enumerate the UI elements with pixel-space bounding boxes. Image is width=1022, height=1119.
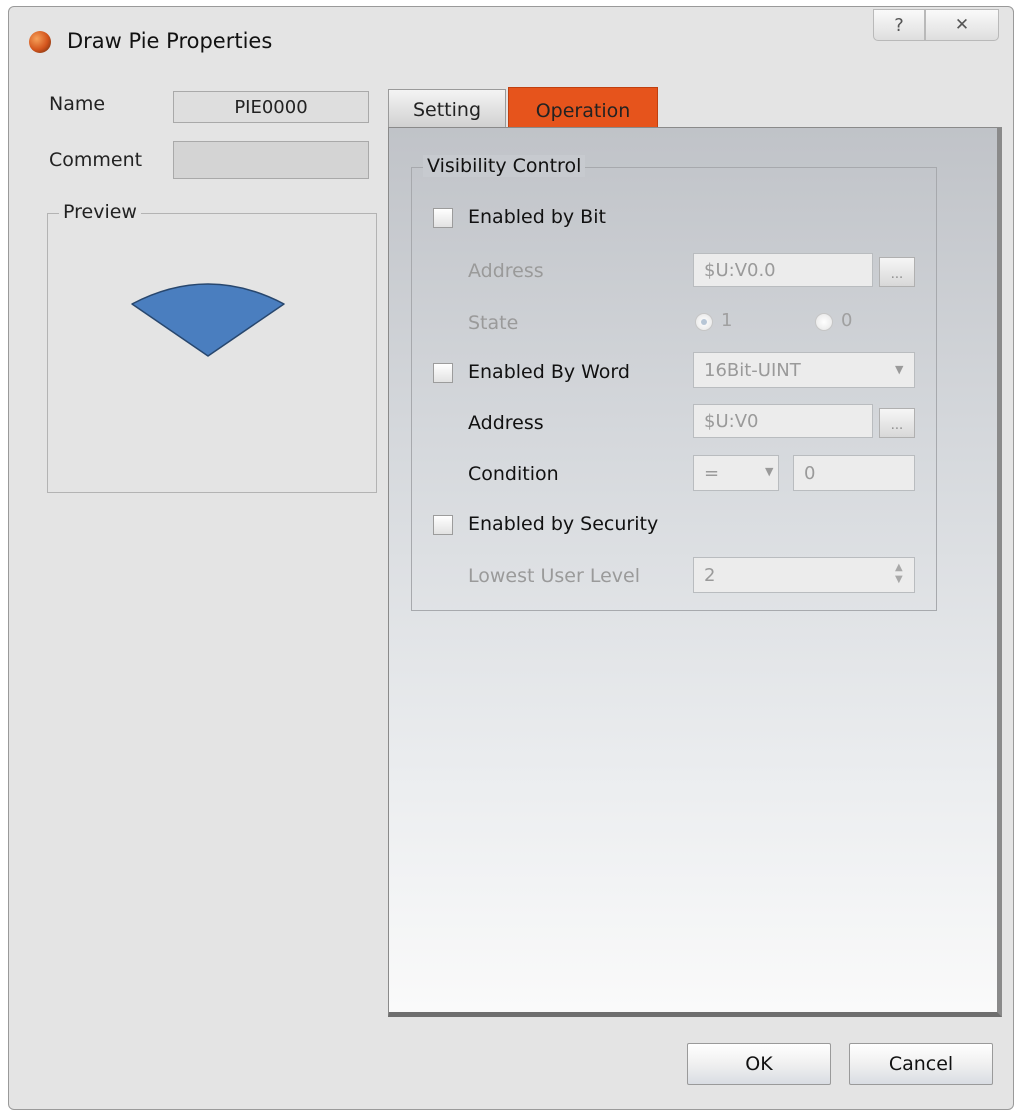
- preview-label: Preview: [59, 201, 141, 223]
- close-button[interactable]: ✕: [925, 9, 999, 41]
- ellipsis-icon: ...: [890, 267, 904, 282]
- spin-up-icon[interactable]: ▲: [895, 563, 903, 573]
- comment-label: Comment: [49, 149, 143, 171]
- help-icon: ?: [894, 14, 904, 36]
- preview-box: [47, 213, 377, 493]
- bit-address-browse-button[interactable]: ...: [879, 257, 915, 287]
- lowest-user-level-spinbox[interactable]: 2: [693, 557, 915, 593]
- lowest-user-level-label: Lowest User Level: [468, 565, 640, 587]
- word-address-input[interactable]: $U:V0: [693, 404, 873, 438]
- visibility-control-label: Visibility Control: [423, 155, 586, 177]
- state-label: State: [468, 312, 519, 334]
- spin-down-icon[interactable]: ▼: [895, 575, 903, 585]
- tab-setting-label: Setting: [412, 98, 482, 121]
- bit-address-input[interactable]: $U:V0.0: [693, 253, 873, 287]
- comment-field[interactable]: [173, 141, 369, 179]
- enabled-by-word-checkbox[interactable]: [433, 363, 453, 383]
- dialog-title: Draw Pie Properties: [67, 29, 273, 53]
- chevron-down-icon: ▼: [895, 363, 904, 376]
- cancel-button-label: Cancel: [888, 1053, 954, 1075]
- word-address-value: $U:V0: [704, 410, 759, 432]
- name-label: Name: [49, 93, 106, 115]
- condition-value: 0: [804, 462, 816, 484]
- ok-button[interactable]: OK: [687, 1043, 831, 1085]
- state-radio-1[interactable]: [695, 313, 713, 331]
- name-value: PIE0000: [234, 96, 308, 118]
- help-button[interactable]: ?: [873, 9, 925, 41]
- state-radio-0-label: 0: [841, 310, 853, 331]
- bit-address-label: Address: [468, 260, 544, 282]
- tab-operation-label: Operation: [535, 99, 631, 122]
- ellipsis-icon: ...: [890, 418, 904, 433]
- name-field[interactable]: PIE0000: [173, 91, 369, 123]
- enabled-by-bit-checkbox[interactable]: [433, 208, 453, 228]
- bit-address-value: $U:V0.0: [704, 259, 776, 281]
- pie-shape: [131, 283, 285, 357]
- enabled-by-word-label: Enabled By Word: [468, 361, 630, 383]
- state-radio-0[interactable]: [815, 313, 833, 331]
- tab-setting[interactable]: Setting: [388, 89, 506, 129]
- dialog-window: Draw Pie Properties ? ✕ Name PIE0000 Com…: [8, 6, 1014, 1110]
- chevron-down-icon: ▼: [765, 465, 774, 478]
- ok-button-label: OK: [745, 1053, 773, 1075]
- condition-value-input[interactable]: 0: [793, 455, 915, 491]
- title-bar: Draw Pie Properties ? ✕: [9, 7, 1013, 71]
- cancel-button[interactable]: Cancel: [849, 1043, 993, 1085]
- pie-preview-graphic: [131, 283, 285, 357]
- enabled-by-bit-label: Enabled by Bit: [468, 206, 606, 228]
- word-type-dropdown[interactable]: 16Bit-UINT: [693, 352, 915, 388]
- word-address-browse-button[interactable]: ...: [879, 408, 915, 438]
- word-address-label: Address: [468, 412, 544, 434]
- visibility-control-group: [411, 167, 937, 611]
- condition-label: Condition: [468, 463, 559, 485]
- enabled-by-security-checkbox[interactable]: [433, 515, 453, 535]
- app-icon: [29, 31, 51, 53]
- word-type-value: 16Bit-UINT: [704, 359, 801, 381]
- close-icon: ✕: [954, 15, 970, 35]
- condition-operator-value: =: [704, 462, 720, 484]
- state-radio-1-label: 1: [721, 310, 733, 331]
- lowest-user-level-value: 2: [704, 564, 716, 586]
- enabled-by-security-label: Enabled by Security: [468, 513, 659, 535]
